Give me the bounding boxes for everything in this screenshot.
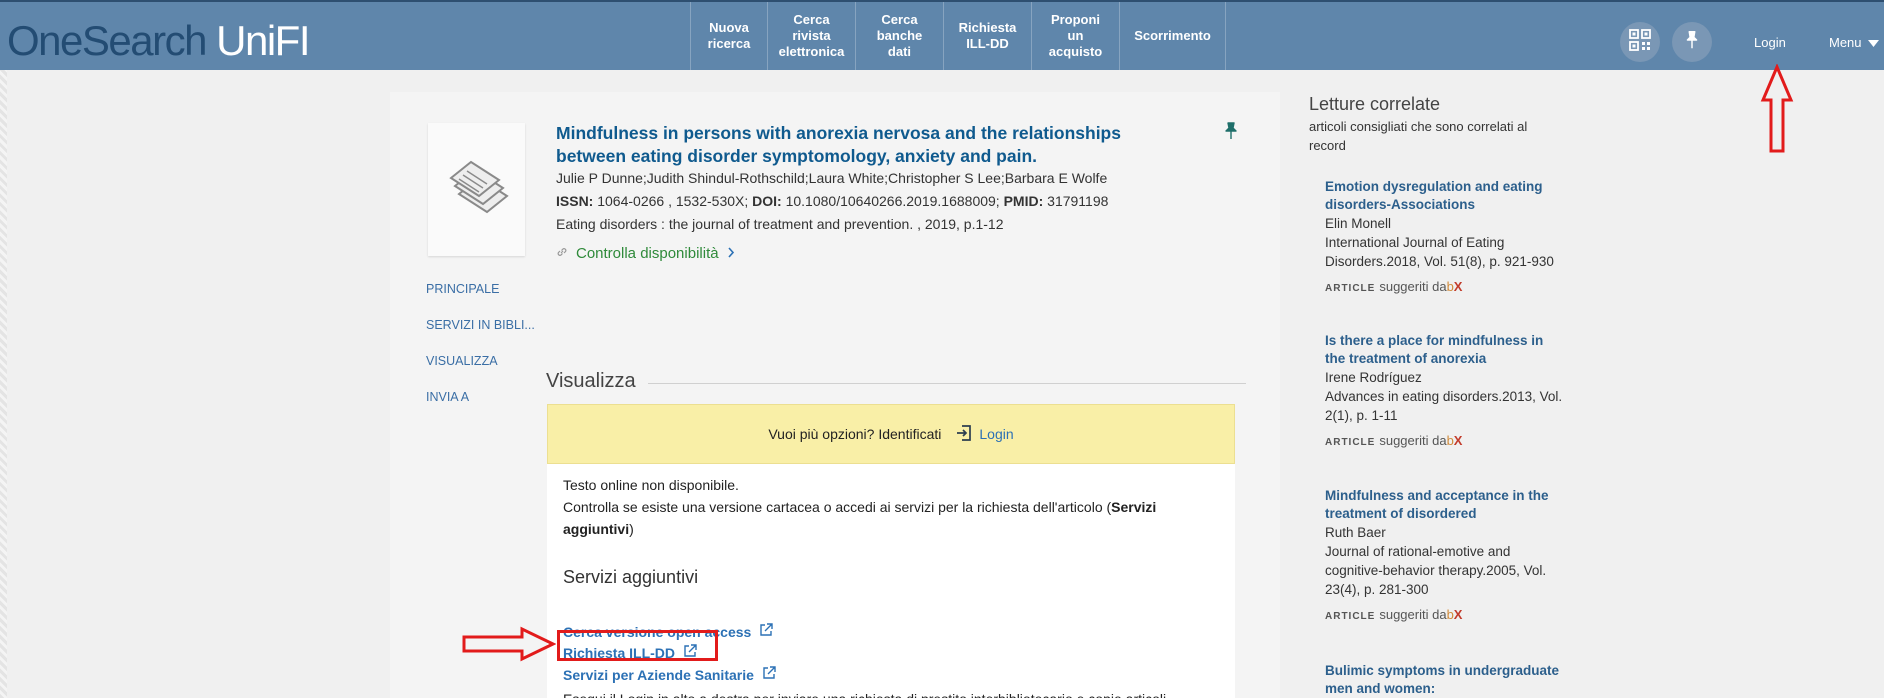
section-title: Visualizza <box>546 370 636 392</box>
doi-value: 10.1080/10640266.2019.1688009; <box>785 193 1000 209</box>
issn-value: 1064-0266 , 1532-530X; <box>597 193 749 209</box>
main-nav: Nuova ricerca Cerca rivista elettronica … <box>690 2 1226 70</box>
related-item: Emotion dysregulation and eating disorde… <box>1325 178 1565 294</box>
visualizza-section-header: Visualizza <box>546 370 1246 393</box>
logo-text-onesearch: OneSearch <box>7 17 207 64</box>
related-item-footer: ARTICLE suggeriti dabX <box>1325 433 1565 448</box>
related-item-source: International Journal of Eating Disorder… <box>1325 235 1554 269</box>
banner-login-button[interactable]: Login <box>955 424 1014 445</box>
related-item-author: Ruth Baer <box>1325 525 1386 540</box>
bx-logo-x: X <box>1453 607 1463 622</box>
related-item-footer: ARTICLE suggeriti dabX <box>1325 279 1565 294</box>
print-version-text-a: Controlla se esiste una versione cartace… <box>563 499 1112 515</box>
related-item: Mindfulness and acceptance in the treatm… <box>1325 487 1565 622</box>
suggested-by-text: suggeriti da <box>1379 607 1447 622</box>
related-item: Is there a place for mindfulness in the … <box>1325 332 1565 448</box>
availability-label: Controlla disponibilità <box>576 245 719 262</box>
pmid-value: 31791198 <box>1047 193 1109 209</box>
page-left-edge <box>0 70 7 698</box>
pmid-label: PMID: <box>1003 193 1044 209</box>
up-arrow-annotation-icon <box>1760 64 1794 153</box>
document-thumbnail[interactable] <box>428 123 525 256</box>
related-item-title[interactable]: Emotion dysregulation and eating disorde… <box>1325 178 1565 214</box>
nav-scorrimento[interactable]: Scorrimento <box>1119 2 1226 70</box>
pinned-items-button[interactable] <box>1672 22 1712 62</box>
qr-code-icon <box>1628 28 1652 57</box>
pin-record-icon[interactable] <box>1223 122 1239 145</box>
external-link-icon <box>759 623 774 640</box>
health-services-link[interactable]: Servizi per Aziende Sanitarie <box>563 666 776 683</box>
print-version-text: Controlla se esiste una versione cartace… <box>563 496 1156 518</box>
record-identifiers: ISSN: 1064-0266 , 1532-530X; DOI: 10.108… <box>556 193 1108 209</box>
nav-proponi-acquisto[interactable]: Proponi un acquisto <box>1031 2 1119 70</box>
article-type-badge: ARTICLE <box>1325 283 1376 294</box>
external-link-icon <box>762 666 776 683</box>
onesearch-logo[interactable]: OneSearch UniFI <box>7 17 310 64</box>
chevron-right-icon <box>727 245 735 262</box>
highlight-box <box>557 630 718 661</box>
record-card: Mindfulness in persons with anorexia ner… <box>390 92 1280 698</box>
logo-text-unifi: UniFI <box>216 17 310 64</box>
section-link-visualizza[interactable]: VISUALIZZA <box>426 354 498 368</box>
check-availability-link[interactable]: Controlla disponibilità <box>556 245 735 262</box>
related-item-title[interactable]: Bulimic symptoms in undergraduate men an… <box>1325 662 1565 698</box>
login-instructions-text: Esegui il Login in alto a destra per inv… <box>563 688 1166 698</box>
related-item: Bulimic symptoms in undergraduate men an… <box>1325 662 1565 698</box>
aggiuntivi-bold-text: aggiuntivi <box>563 521 630 537</box>
section-link-invia-a[interactable]: INVIA A <box>426 390 469 404</box>
article-type-badge: ARTICLE <box>1325 437 1376 448</box>
bx-logo-b: b <box>1446 607 1454 622</box>
nav-nuova-ricerca[interactable]: Nuova ricerca <box>690 2 767 70</box>
right-arrow-annotation-icon <box>462 626 556 662</box>
doi-label: DOI: <box>752 193 782 209</box>
close-paren-text: ) <box>629 521 634 537</box>
delivery-content: Testo online non disponibile. Controlla … <box>547 464 1235 698</box>
services-title: Servizi aggiuntivi <box>563 567 699 587</box>
login-link[interactable]: Login <box>1754 35 1786 50</box>
bx-logo-b: b <box>1446 279 1454 294</box>
link-icon <box>556 245 568 262</box>
document-stack-icon <box>441 152 513 227</box>
banner-login-label: Login <box>979 426 1014 442</box>
related-item-footer: ARTICLE suggeriti dabX <box>1325 607 1565 622</box>
caret-down-icon <box>1867 35 1879 50</box>
bx-logo-x: X <box>1453 279 1463 294</box>
suggested-by-text: suggeriti da <box>1379 433 1447 448</box>
related-item-source: Advances in eating disorders.2013, Vol. … <box>1325 389 1563 423</box>
servizi-bold-text: Servizi <box>1111 499 1157 515</box>
related-item-author: Irene Rodríguez <box>1325 370 1422 385</box>
qr-code-button[interactable] <box>1620 22 1660 62</box>
nav-cerca-rivista-elettronica[interactable]: Cerca rivista elettronica <box>767 2 855 70</box>
record-title[interactable]: Mindfulness in persons with anorexia ner… <box>556 122 1156 168</box>
suggested-by-text: suggeriti da <box>1379 279 1447 294</box>
login-prompt-text: Vuoi più opzioni? Identificati <box>768 426 942 442</box>
top-navigation-bar: OneSearch UniFI Nuova ricerca Cerca rivi… <box>0 0 1884 70</box>
record-source: Eating disorders : the journal of treatm… <box>556 216 1004 232</box>
pin-icon <box>1681 29 1703 56</box>
related-item-author: Elin Monell <box>1325 216 1392 231</box>
print-version-text-cont: aggiuntivi) <box>563 518 634 540</box>
related-item-title[interactable]: Mindfulness and acceptance in the treatm… <box>1325 487 1565 523</box>
menu-button[interactable]: Menu <box>1829 35 1879 50</box>
health-services-label: Servizi per Aziende Sanitarie <box>563 666 754 683</box>
menu-label: Menu <box>1829 35 1862 50</box>
nav-cerca-banche-dati[interactable]: Cerca banche dati <box>855 2 943 70</box>
section-divider <box>647 382 1246 384</box>
related-item-source: Journal of rational-emotive and cognitiv… <box>1325 544 1547 597</box>
section-link-principale[interactable]: PRINCIPALE <box>426 282 499 296</box>
bx-logo-b: b <box>1446 433 1454 448</box>
related-title: Letture correlate <box>1309 94 1441 114</box>
no-online-text: Testo online non disponibile. <box>563 477 739 493</box>
nav-richiesta-ill-dd[interactable]: Richiesta ILL-DD <box>943 2 1031 70</box>
record-authors: Julie P Dunne;Judith Shindul-Rothschild;… <box>556 170 1108 186</box>
sign-in-icon <box>955 424 973 445</box>
related-subtitle: articoli consigliati che sono correlati … <box>1309 119 1528 153</box>
section-link-servizi[interactable]: SERVIZI IN BIBLI... <box>426 318 535 332</box>
related-readings: Letture correlate articoli consigliati c… <box>1309 94 1569 696</box>
related-item-title[interactable]: Is there a place for mindfulness in the … <box>1325 332 1565 368</box>
issn-label: ISSN: <box>556 193 594 209</box>
bx-logo-x: X <box>1453 433 1463 448</box>
article-type-badge: ARTICLE <box>1325 611 1376 622</box>
login-prompt-banner: Vuoi più opzioni? Identificati Login <box>547 404 1235 464</box>
